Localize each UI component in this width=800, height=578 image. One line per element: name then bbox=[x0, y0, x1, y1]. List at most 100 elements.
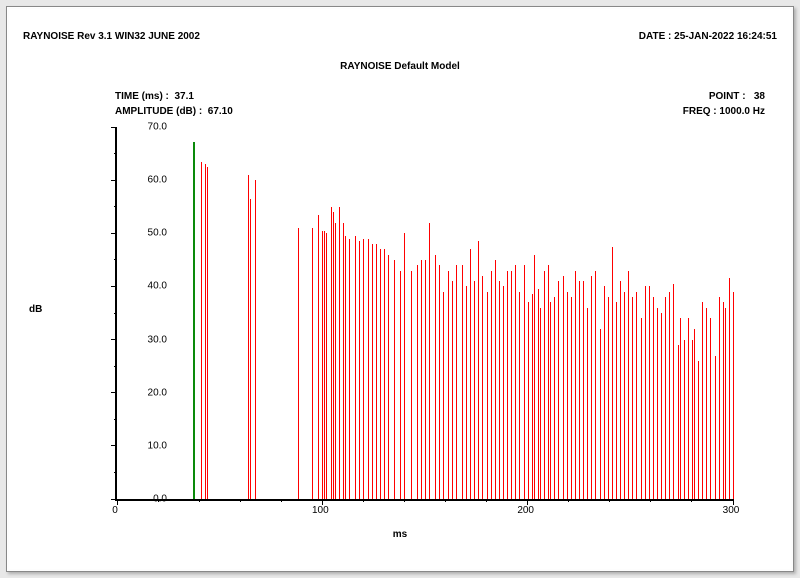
impulse-bar bbox=[326, 233, 327, 499]
y-tick-label: 50.0 bbox=[127, 228, 167, 239]
impulse-bar bbox=[343, 223, 344, 499]
impulse-bar bbox=[248, 175, 249, 499]
impulse-bar bbox=[205, 164, 206, 499]
impulse-bar bbox=[563, 276, 564, 499]
freq-value: 1000.0 Hz bbox=[719, 106, 765, 117]
freq-label: FREQ : bbox=[683, 106, 717, 117]
impulse-bar bbox=[554, 297, 555, 499]
impulse-bar bbox=[499, 281, 500, 499]
y-axis-label: dB bbox=[29, 304, 42, 315]
impulse-bar bbox=[583, 281, 584, 499]
impulse-bar bbox=[715, 356, 716, 499]
impulse-bar bbox=[532, 294, 533, 499]
impulse-bar bbox=[333, 212, 334, 499]
impulse-bar bbox=[524, 265, 525, 499]
impulse-bar bbox=[207, 167, 208, 499]
impulse-bar bbox=[550, 302, 551, 499]
impulse-bar bbox=[624, 292, 625, 499]
impulse-bar bbox=[692, 340, 693, 499]
impulse-bar bbox=[669, 292, 670, 499]
amplitude-label: AMPLITUDE (dB) : bbox=[115, 106, 202, 117]
impulse-bar bbox=[318, 215, 319, 499]
x-tick-label: 100 bbox=[312, 505, 329, 516]
impulse-bar bbox=[394, 260, 395, 499]
impulse-bar bbox=[298, 228, 299, 499]
impulse-bar bbox=[534, 255, 535, 499]
impulse-bar bbox=[417, 265, 418, 499]
impulse-bar bbox=[528, 302, 529, 499]
impulse-bar bbox=[452, 281, 453, 499]
impulse-bar bbox=[435, 255, 436, 499]
impulse-bar bbox=[548, 265, 549, 499]
impulse-bar bbox=[575, 271, 576, 500]
impulse-bar bbox=[388, 255, 389, 499]
impulse-bar bbox=[649, 286, 650, 499]
y-tick-label: 0.0 bbox=[127, 494, 167, 505]
impulse-bar bbox=[363, 239, 364, 499]
impulse-bar bbox=[355, 236, 356, 499]
impulse-bar bbox=[201, 162, 202, 499]
impulse-bar bbox=[421, 260, 422, 499]
y-tick-label: 40.0 bbox=[127, 281, 167, 292]
impulse-bar bbox=[339, 207, 340, 499]
impulse-bar bbox=[571, 297, 572, 499]
impulse-bar bbox=[400, 271, 401, 500]
impulse-bar bbox=[443, 292, 444, 499]
y-tick-label: 30.0 bbox=[127, 334, 167, 345]
impulse-bar bbox=[694, 329, 695, 499]
impulse-bar bbox=[595, 271, 596, 500]
impulse-bar bbox=[725, 308, 726, 499]
impulse-bar bbox=[567, 292, 568, 499]
impulse-bar bbox=[466, 286, 467, 499]
app-version-text: RAYNOISE Rev 3.1 WIN32 JUNE 2002 bbox=[23, 31, 200, 42]
impulse-bar bbox=[702, 302, 703, 499]
impulse-bar bbox=[591, 276, 592, 499]
impulse-bar bbox=[503, 286, 504, 499]
meta-left: TIME (ms) : 37.1 AMPLITUDE (dB) : 67.10 bbox=[115, 89, 233, 119]
impulse-bar bbox=[448, 271, 449, 500]
impulse-bar bbox=[345, 236, 346, 499]
impulse-bar bbox=[404, 233, 405, 499]
impulse-bar bbox=[723, 302, 724, 499]
y-tick-label: 60.0 bbox=[127, 175, 167, 186]
impulse-bar bbox=[688, 318, 689, 499]
chart-title: RAYNOISE Default Model bbox=[9, 61, 791, 72]
impulse-bar bbox=[719, 297, 720, 499]
meta-right: POINT : 38 FREQ : 1000.0 Hz bbox=[683, 89, 765, 119]
impulse-bar bbox=[579, 281, 580, 499]
impulse-bar bbox=[653, 297, 654, 499]
impulse-bar bbox=[507, 271, 508, 500]
impulse-bar bbox=[587, 308, 588, 499]
x-tick-label: 200 bbox=[517, 505, 534, 516]
impulse-bar bbox=[632, 297, 633, 499]
impulse-bar bbox=[641, 318, 642, 499]
impulse-bar bbox=[372, 244, 373, 499]
impulse-bar bbox=[684, 340, 685, 499]
window-frame: RAYNOISE Rev 3.1 WIN32 JUNE 2002 DATE : … bbox=[6, 6, 794, 572]
time-label: TIME (ms) : bbox=[115, 91, 169, 102]
impulse-bar bbox=[620, 281, 621, 499]
impulse-bar bbox=[495, 260, 496, 499]
impulse-bar bbox=[733, 292, 734, 499]
impulse-bar bbox=[558, 281, 559, 499]
point-value: 38 bbox=[754, 91, 765, 102]
impulse-bar bbox=[661, 313, 662, 499]
impulse-bar bbox=[511, 271, 512, 500]
impulse-bar bbox=[322, 231, 323, 499]
chart-canvas: RAYNOISE Rev 3.1 WIN32 JUNE 2002 DATE : … bbox=[9, 9, 791, 569]
impulse-bar bbox=[359, 241, 360, 499]
date-text: DATE : 25-JAN-2022 16:24:51 bbox=[639, 31, 777, 42]
impulse-bar bbox=[604, 286, 605, 499]
impulse-bar bbox=[349, 239, 350, 499]
impulse-bar bbox=[706, 308, 707, 499]
impulse-bar bbox=[324, 231, 325, 499]
impulse-bar bbox=[678, 345, 679, 499]
amplitude-value: 67.10 bbox=[208, 106, 233, 117]
impulse-bar bbox=[616, 302, 617, 499]
impulse-bar bbox=[439, 265, 440, 499]
impulse-bar bbox=[331, 207, 332, 499]
impulse-bar bbox=[710, 318, 711, 499]
impulse-bar bbox=[729, 278, 730, 499]
impulse-bar bbox=[335, 223, 336, 499]
impulse-bar bbox=[487, 292, 488, 499]
